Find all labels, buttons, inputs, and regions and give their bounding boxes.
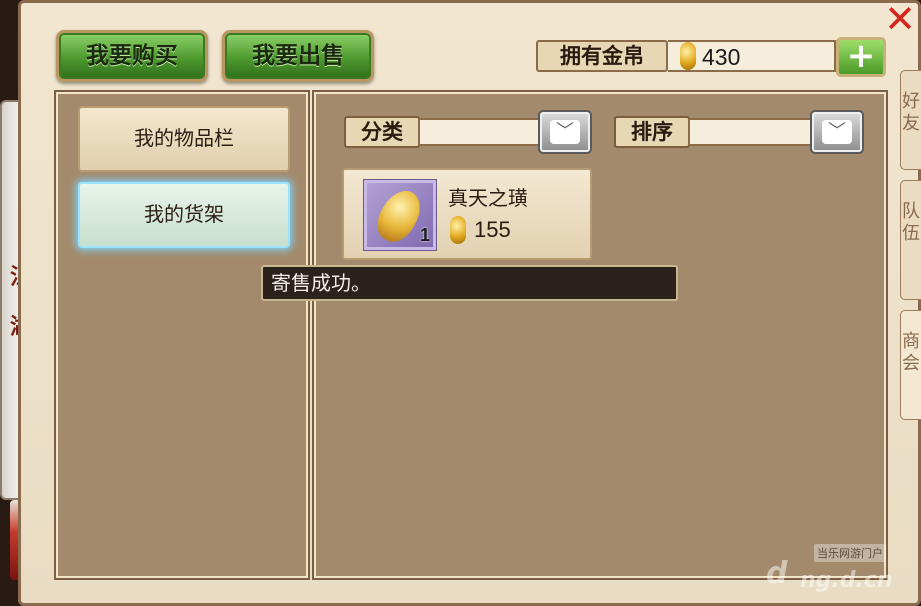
gold-coin-icon xyxy=(680,42,696,70)
item-slot[interactable]: 1 xyxy=(364,180,436,250)
sell-button[interactable]: 我要出售 xyxy=(222,30,374,82)
sort-label: 排序 xyxy=(614,116,690,148)
watermark-logo: 当乐网游门户 d ng.d.cn xyxy=(766,544,906,594)
right-panel: 分类 ﹀ 排序 ﹀ 1 真天之璜 155 xyxy=(314,92,886,578)
category-select[interactable] xyxy=(418,118,544,146)
item-price: 155 xyxy=(474,217,511,242)
gold-value: 430 xyxy=(702,44,741,70)
sort-dropdown-button[interactable]: ﹀ xyxy=(810,110,864,154)
buy-button[interactable]: 我要购买 xyxy=(56,30,208,82)
tab-friends[interactable]: 好友 xyxy=(900,70,921,170)
watermark-site: 当乐网游门户 xyxy=(814,544,886,562)
gold-label: 拥有金帛 xyxy=(536,40,668,72)
add-gold-button[interactable]: + xyxy=(836,37,886,77)
gold-coin-icon xyxy=(450,216,466,244)
menu-my-shelf[interactable]: 我的货架 xyxy=(78,182,290,248)
toast-message: 寄售成功。 xyxy=(261,265,678,301)
listing-card[interactable]: 1 真天之璜 155 xyxy=(342,168,592,260)
menu-my-inventory[interactable]: 我的物品栏 xyxy=(78,106,290,172)
watermark-logo-mark: d xyxy=(766,556,788,591)
category-label: 分类 xyxy=(344,116,420,148)
category-dropdown-button[interactable]: ﹀ xyxy=(538,110,592,154)
watermark-domain: ng.d.cn xyxy=(800,568,893,593)
tab-team[interactable]: 队伍 xyxy=(900,180,921,300)
chevron-down-icon: ﹀ xyxy=(822,120,852,144)
gold-balance: 430 xyxy=(668,40,836,72)
right-tab-strip: 好友 队伍 商会 xyxy=(900,70,921,570)
close-button[interactable]: ✕ xyxy=(882,0,918,38)
left-panel: 我的物品栏 我的货架 xyxy=(56,92,308,578)
sort-select[interactable] xyxy=(688,118,814,146)
tab-guild[interactable]: 商会 xyxy=(900,310,921,420)
item-quantity: 1 xyxy=(419,225,430,245)
chevron-down-icon: ﹀ xyxy=(550,120,580,144)
item-name: 真天之璜 xyxy=(448,186,528,210)
